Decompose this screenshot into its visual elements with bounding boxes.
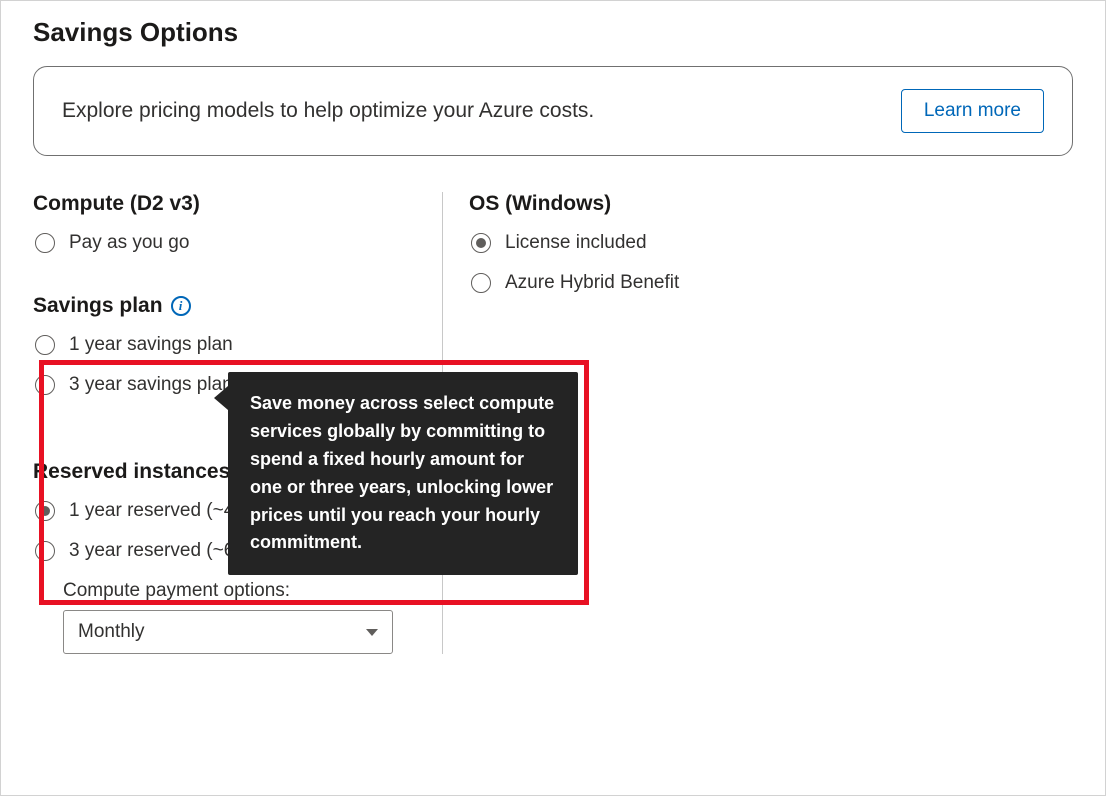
radio-icon xyxy=(35,335,55,355)
payment-options-label: Compute payment options: xyxy=(63,580,422,602)
radio-icon xyxy=(35,501,55,521)
banner-text: Explore pricing models to help optimize … xyxy=(62,99,594,123)
select-value: Monthly xyxy=(78,621,145,643)
option-label: Azure Hybrid Benefit xyxy=(505,272,679,294)
compute-heading: Compute (D2 v3) xyxy=(33,192,422,216)
pricing-banner: Explore pricing models to help optimize … xyxy=(33,66,1073,156)
option-1yr-savings-plan[interactable]: 1 year savings plan xyxy=(35,334,422,356)
os-heading-text: OS (Windows) xyxy=(469,192,611,216)
os-heading: OS (Windows) xyxy=(469,192,1073,216)
radio-icon xyxy=(35,233,55,253)
tooltip-text: Save money across select compute service… xyxy=(250,393,554,552)
savings-plan-heading: Savings plan i xyxy=(33,294,422,318)
radio-icon xyxy=(471,273,491,293)
option-azure-hybrid-benefit[interactable]: Azure Hybrid Benefit xyxy=(471,272,1073,294)
page-title: Savings Options xyxy=(33,17,1073,48)
option-license-included[interactable]: License included xyxy=(471,232,1073,254)
option-label: 1 year savings plan xyxy=(69,334,233,356)
compute-heading-text: Compute (D2 v3) xyxy=(33,192,200,216)
option-label: License included xyxy=(505,232,647,254)
savings-options-panel: Savings Options Explore pricing models t… xyxy=(0,0,1106,796)
option-label: Pay as you go xyxy=(69,232,189,254)
savings-plan-heading-text: Savings plan xyxy=(33,294,163,318)
learn-more-button[interactable]: Learn more xyxy=(901,89,1044,133)
info-icon[interactable]: i xyxy=(171,296,191,316)
radio-icon xyxy=(35,541,55,561)
option-pay-as-you-go[interactable]: Pay as you go xyxy=(35,232,422,254)
option-label: 3 year savings plan xyxy=(69,374,233,396)
payment-options-select[interactable]: Monthly xyxy=(63,610,393,654)
radio-icon xyxy=(35,375,55,395)
chevron-down-icon xyxy=(366,629,378,636)
reserved-heading-text: Reserved instances xyxy=(33,460,230,484)
radio-icon xyxy=(471,233,491,253)
savings-plan-tooltip: Save money across select compute service… xyxy=(228,372,578,575)
